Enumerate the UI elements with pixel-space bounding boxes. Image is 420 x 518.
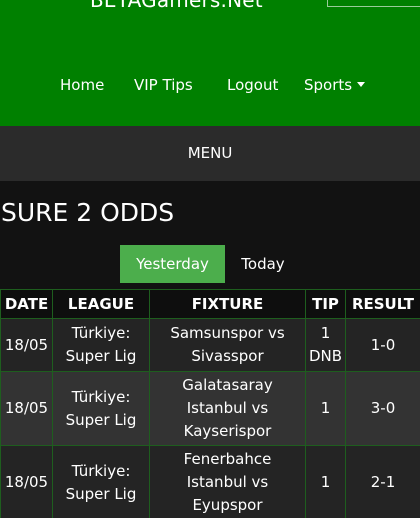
cell-league: Türkiye: Super Lig [52, 445, 150, 518]
nav-logout[interactable]: Logout [227, 76, 278, 94]
header-search-box[interactable] [327, 0, 420, 7]
col-header-tip: TIP [305, 289, 346, 319]
nav-sports[interactable]: Sports [304, 76, 366, 94]
page-title: SURE 2 ODDS [1, 198, 175, 227]
site-logo-text[interactable]: BETAGamers.Net [90, 0, 263, 12]
cell-tip: 1 DNB [305, 318, 346, 372]
nav-home[interactable]: Home [60, 76, 104, 94]
cell-date: 18/05 [0, 318, 53, 372]
cell-league: Türkiye: Super Lig [52, 371, 150, 446]
menu-toggle[interactable]: MENU [0, 126, 420, 181]
cell-date: 18/05 [0, 445, 53, 518]
cell-fixture: Galatasaray Istanbul vs Kayserispor [149, 371, 306, 446]
cell-league: Türkiye: Super Lig [52, 318, 150, 372]
tips-table: DATE LEAGUE FIXTURE TIP RESULT 18/05 Tür… [0, 289, 420, 518]
col-header-fixture: FIXTURE [149, 289, 306, 319]
main-nav: Home VIP Tips Logout Sports [0, 76, 420, 96]
col-header-date: DATE [0, 289, 53, 319]
cell-tip: 1 [305, 371, 346, 446]
cell-result: 2-1 [345, 445, 420, 518]
nav-vip-tips[interactable]: VIP Tips [134, 76, 193, 94]
cell-fixture: Samsunspor vs Sivasspor [149, 318, 306, 372]
nav-sports-label: Sports [304, 76, 353, 94]
table-header-row: DATE LEAGUE FIXTURE TIP RESULT [0, 289, 420, 319]
cell-fixture: Fenerbahce Istanbul vs Eyupspor [149, 445, 306, 518]
cell-date: 18/05 [0, 371, 53, 446]
caret-down-icon [357, 82, 366, 87]
cell-tip: 1 [305, 445, 346, 518]
table-row: 18/05 Türkiye: Super Lig Fenerbahce Ista… [0, 445, 420, 518]
cell-result: 3-0 [345, 371, 420, 446]
cell-result: 1-0 [345, 318, 420, 372]
site-header: BETAGamers.Net Home VIP Tips Logout Spor… [0, 0, 420, 126]
tab-today[interactable]: Today [232, 245, 294, 283]
tab-yesterday[interactable]: Yesterday [120, 245, 225, 283]
table-row: 18/05 Türkiye: Super Lig Samsunspor vs S… [0, 318, 420, 372]
col-header-result: RESULT [345, 289, 420, 319]
col-header-league: LEAGUE [52, 289, 150, 319]
table-row: 18/05 Türkiye: Super Lig Galatasaray Ist… [0, 371, 420, 446]
